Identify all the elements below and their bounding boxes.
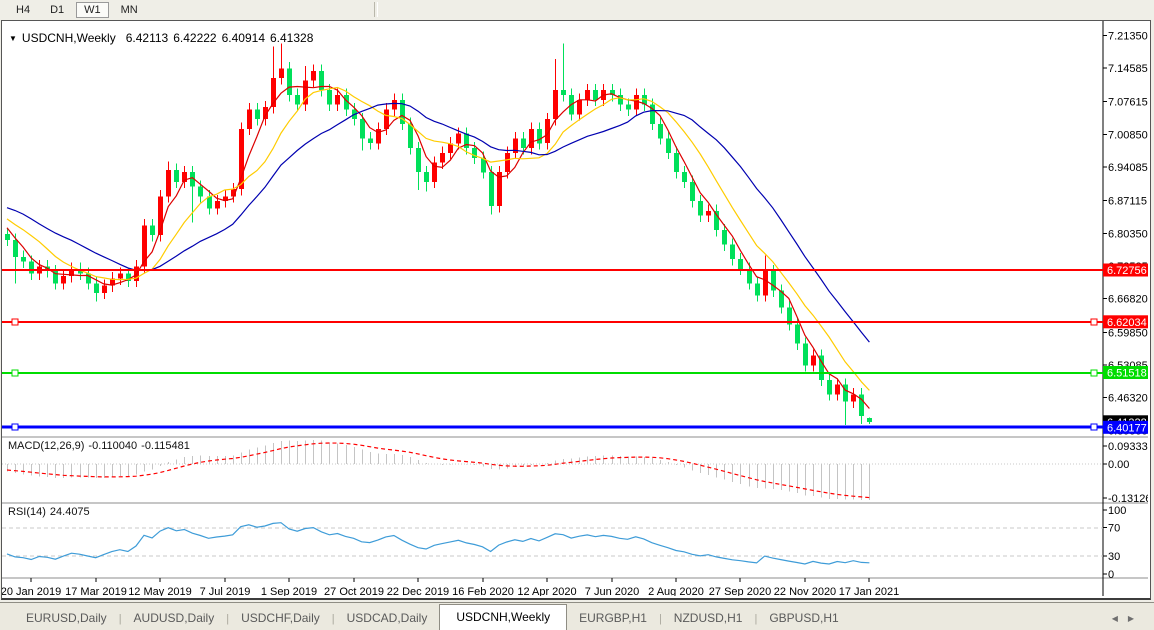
pane-frame	[2, 21, 1148, 596]
svg-text:6.51518: 6.51518	[1107, 368, 1147, 380]
svg-text:6.94085: 6.94085	[1108, 162, 1148, 174]
svg-text:27 Sep 2020: 27 Sep 2020	[709, 586, 771, 596]
svg-text:12 May 2019: 12 May 2019	[128, 586, 192, 596]
svg-text:6.80350: 6.80350	[1108, 228, 1148, 240]
svg-text:100: 100	[1108, 505, 1126, 517]
timeframe-button-d1[interactable]: D1	[42, 2, 72, 18]
ohlc-close: 6.41328	[270, 31, 313, 45]
svg-text:70: 70	[1108, 523, 1120, 535]
svg-text:-0.131263: -0.131263	[1108, 493, 1148, 505]
rsi-value: 24.4075	[50, 506, 90, 518]
svg-text:7 Jun 2020: 7 Jun 2020	[585, 586, 639, 596]
svg-text:1 Sep 2019: 1 Sep 2019	[261, 586, 317, 596]
tab-usdchf-daily[interactable]: USDCHF,Daily	[229, 607, 332, 630]
tab-eurgbp-h1[interactable]: EURGBP,H1	[567, 607, 659, 630]
svg-text:6.40177: 6.40177	[1107, 422, 1147, 434]
tab-nzdusd-h1[interactable]: NZDUSD,H1	[662, 607, 755, 630]
svg-text:6.59850: 6.59850	[1108, 327, 1148, 339]
macd-value-signal: -0.115481	[141, 440, 190, 452]
svg-text:16 Feb 2020: 16 Feb 2020	[452, 586, 514, 596]
svg-text:17 Jan 2021: 17 Jan 2021	[839, 586, 900, 596]
macd-name: MACD(12,26,9)	[8, 440, 84, 452]
tab-usdcnh-weekly[interactable]: USDCNH,Weekly	[439, 604, 567, 630]
date-axis: 20 Jan 2019 17 Mar 201912 May 2019 7 Jul 2…	[2, 578, 899, 596]
svg-text:22 Dec 2019: 22 Dec 2019	[387, 586, 449, 596]
rsi-label: RSI(14) 24.4075	[8, 506, 94, 518]
svg-text:27 Oct 2019: 27 Oct 2019	[324, 586, 384, 596]
macd-axis-ticks: 0.09333 0.00 -0.131263	[1103, 441, 1148, 505]
chart-symbol-period: USDCNH,Weekly	[22, 31, 116, 45]
svg-text:7.00850: 7.00850	[1108, 129, 1148, 141]
tab-audusd-daily[interactable]: AUDUSD,Daily	[122, 607, 227, 630]
ohlc-open: 6.42113	[126, 31, 169, 45]
chart-canvas[interactable]: 7.21350 7.14585 7.07615 7.00850 6.94085 6.871…	[2, 21, 1148, 596]
svg-text:30: 30	[1108, 551, 1120, 563]
svg-text:0.00: 0.00	[1108, 459, 1129, 471]
tabs-scroll-left-button[interactable]: ◀	[1112, 614, 1128, 623]
tabs-scroll-arrows: ◀▶	[1112, 614, 1144, 623]
ohlc-high: 6.42222	[173, 31, 216, 45]
svg-text:2 Aug 2020: 2 Aug 2020	[648, 586, 704, 596]
chart-tabs: EURUSD,Daily|AUDUSD,Daily|USDCHF,Daily|U…	[0, 603, 851, 630]
macd-label: MACD(12,26,9) -0.110040 -0.115481	[8, 440, 194, 452]
svg-text:22 Nov 2020: 22 Nov 2020	[774, 586, 836, 596]
timeframe-button-w1[interactable]: W1	[76, 2, 109, 18]
rsi-line	[7, 523, 869, 564]
ohlc-low: 6.40914	[222, 31, 265, 45]
tab-eurusd-daily[interactable]: EURUSD,Daily	[14, 607, 119, 630]
svg-text:6.72756: 6.72756	[1107, 265, 1147, 277]
moving-average-slow-ma[interactable]	[7, 103, 869, 342]
timeframe-toolbar: H4D1W1MN	[0, 0, 1154, 19]
svg-text:6.66820: 6.66820	[1108, 294, 1148, 306]
timeframe-button-mn[interactable]: MN	[113, 2, 146, 18]
svg-text:6.87115: 6.87115	[1108, 196, 1147, 208]
price-label-6.40177: 6.40177	[1103, 421, 1148, 435]
svg-text:7.07615: 7.07615	[1108, 97, 1148, 109]
price-label-6.51518: 6.51518	[1103, 366, 1148, 380]
horizontal-lines	[2, 270, 1103, 430]
svg-text:17 Mar 2019: 17 Mar 2019	[65, 586, 127, 596]
svg-text:7.21350: 7.21350	[1108, 30, 1148, 42]
price-label-6.72756: 6.72756	[1103, 264, 1148, 278]
tabs-scroll-right-button[interactable]: ▶	[1128, 614, 1144, 623]
chart-tabs-bar: EURUSD,Daily|AUDUSD,Daily|USDCHF,Daily|U…	[0, 602, 1154, 630]
timeframe-button-h4[interactable]: H4	[8, 2, 38, 18]
rsi-axis-ticks: 100 70 30 0	[1103, 505, 1126, 581]
svg-text:6.46320: 6.46320	[1108, 393, 1148, 405]
svg-text:7 Jul 2019: 7 Jul 2019	[200, 586, 251, 596]
svg-text:7.14585: 7.14585	[1108, 63, 1148, 75]
macd-value-main: -0.110040	[88, 440, 137, 452]
svg-text:12 Apr 2020: 12 Apr 2020	[517, 586, 576, 596]
chart-title: ▼ USDCNH,Weekly 6.42113 6.42222 6.40914 6.413…	[9, 31, 318, 45]
rsi-name: RSI(14)	[8, 506, 46, 518]
svg-text:6.62034: 6.62034	[1107, 317, 1147, 329]
collapse-triangle-icon[interactable]: ▼	[9, 34, 17, 43]
tab-gbpusd-h1[interactable]: GBPUSD,H1	[757, 607, 850, 630]
toolbar-separator	[374, 2, 378, 17]
svg-text:0.09333: 0.09333	[1108, 441, 1148, 453]
moving-average-medium-ma[interactable]	[7, 88, 869, 391]
price-label-6.62034: 6.62034	[1103, 315, 1148, 329]
svg-text:20 Jan 2019: 20 Jan 2019	[2, 586, 61, 596]
moving-average-fast-ma[interactable]	[7, 87, 869, 409]
tab-usdcad-daily[interactable]: USDCAD,Daily	[335, 607, 440, 630]
chart-window: 7.21350 7.14585 7.07615 7.00850 6.94085 6.871…	[1, 20, 1151, 600]
svg-text:0: 0	[1108, 569, 1114, 581]
candlestick-series	[5, 43, 872, 425]
